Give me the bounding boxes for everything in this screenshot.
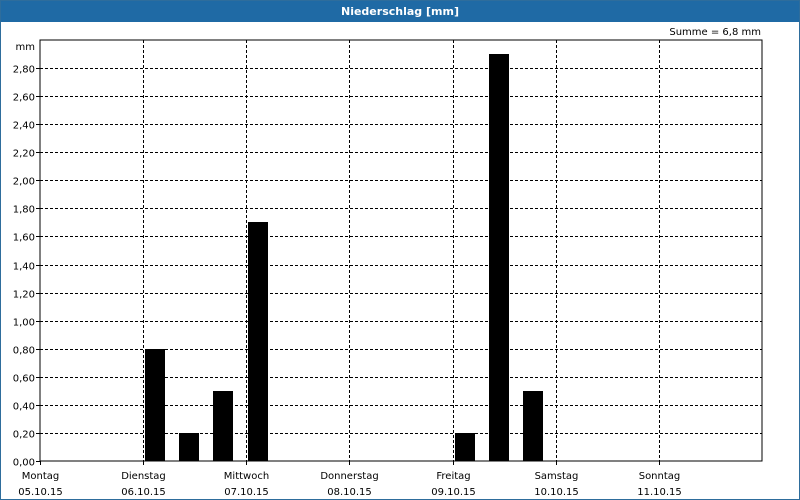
bar	[523, 391, 543, 461]
x-tick-label-date: 11.10.15	[637, 487, 682, 498]
y-tick-label: 0,40	[13, 402, 35, 413]
y-tick-label: 1,40	[13, 262, 35, 273]
y-tick-label: 1,80	[13, 205, 35, 216]
x-tick-label-date: 08.10.15	[327, 487, 372, 498]
x-tick-label-date: 06.10.15	[121, 487, 166, 498]
x-tick-label-date: 09.10.15	[431, 487, 476, 498]
x-tick-label-day: Samstag	[535, 471, 579, 482]
bar	[145, 349, 165, 461]
y-tick-label: 2,20	[13, 149, 35, 160]
y-tick-label: 2,80	[13, 65, 35, 76]
bar	[179, 433, 199, 461]
precipitation-chart: 0,00 0,20 0,40 0,60 0,80 1,00 1,20 1,40 1,60 1,80…	[13, 39, 763, 498]
x-tick-label-day: Mittwoch	[224, 471, 269, 482]
y-tick-label: 2,60	[13, 93, 35, 104]
y-tick-label: 1,60	[13, 233, 35, 244]
bar	[213, 391, 233, 461]
y-tick-label: 2,40	[13, 121, 35, 132]
y-tick-label: 1,20	[13, 290, 35, 301]
x-tick-label-day: Freitag	[436, 471, 470, 482]
x-tick-label-date: 10.10.15	[534, 487, 579, 498]
y-tick-label: 0,00	[13, 458, 35, 469]
x-tick-label-day: Dienstag	[121, 471, 166, 482]
bar	[248, 222, 268, 461]
y-axis-label: mm	[16, 42, 35, 53]
x-tick-label-date: 07.10.15	[224, 487, 269, 498]
y-tick-label: 2,00	[13, 177, 35, 188]
bar	[455, 433, 475, 461]
y-tick-label: 0,20	[13, 430, 35, 441]
y-tick-label: 1,00	[13, 318, 35, 329]
y-tick-label: 0,80	[13, 346, 35, 357]
y-tick-label: 0,60	[13, 374, 35, 385]
x-tick-label-day: Montag	[22, 471, 59, 482]
x-tick-label-day: Sonntag	[639, 471, 681, 482]
x-tick-label-date: 05.10.15	[18, 487, 63, 498]
x-tick-label-day: Donnerstag	[320, 471, 378, 482]
bar	[489, 54, 509, 461]
